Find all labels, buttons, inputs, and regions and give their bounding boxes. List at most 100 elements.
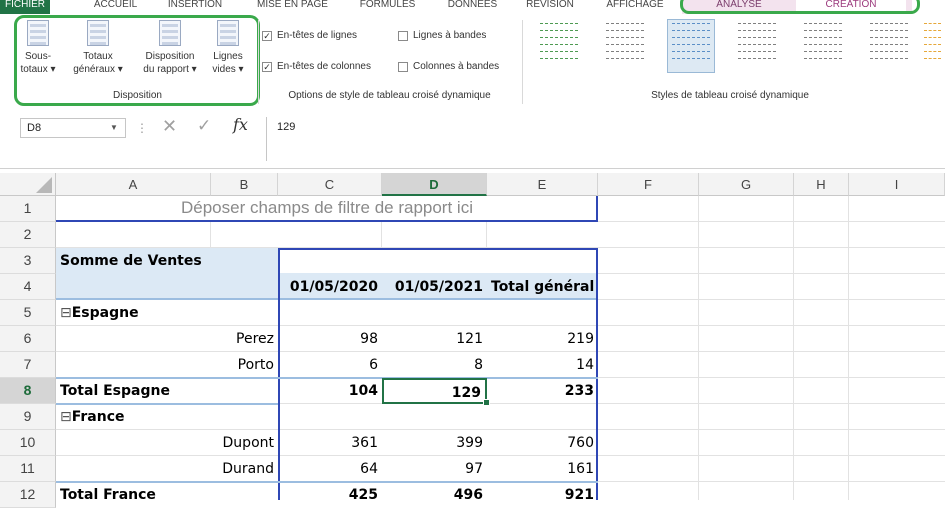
pivot-row-label[interactable]: Dupont	[211, 430, 278, 456]
banded-cols-box	[398, 61, 408, 72]
column-header-f[interactable]: F	[598, 173, 699, 196]
report-filter-placeholder: Déposer champs de filtre de rapport ici	[181, 198, 473, 217]
pivot-cell[interactable]: 97	[382, 456, 487, 482]
ribbon-separator	[258, 20, 259, 104]
col-headers-checkbox[interactable]: ✓ En-têtes de colonnes	[262, 61, 371, 72]
banded-rows-checkbox[interactable]: Lignes à bandes	[398, 30, 486, 41]
collapse-icon[interactable]: ⊟	[60, 409, 72, 425]
column-header-c[interactable]: C	[278, 173, 382, 196]
pivot-cell[interactable]: 64	[278, 456, 382, 482]
row-headers-checkmark: ✓	[262, 30, 272, 41]
column-header-a[interactable]: A	[56, 173, 211, 196]
name-box-dropdown-icon[interactable]: ▼	[110, 118, 124, 138]
column-header-b[interactable]: B	[211, 173, 278, 196]
row-headers-label: En-têtes de lignes	[277, 30, 358, 41]
insert-function-icon[interactable]: fx	[233, 115, 248, 134]
pivot-subtotal-label[interactable]: Total France	[56, 482, 278, 508]
pivot-cell[interactable]: 121	[382, 326, 487, 352]
pivot-cell[interactable]: 361	[278, 430, 382, 456]
pivot-cell[interactable]: 98	[278, 326, 382, 352]
pivot-subtotal-cell[interactable]: 921	[487, 482, 598, 508]
row-header-6[interactable]: 6	[0, 326, 56, 352]
pivot-row-label[interactable]: Porto	[211, 352, 278, 378]
tab-mise-en-page[interactable]: MISE EN PAGE	[250, 0, 335, 14]
pivot-subtotal-cell[interactable]: 104	[278, 378, 382, 404]
pivot-style-thumb-2[interactable]	[602, 20, 648, 72]
pivot-cell[interactable]: 161	[487, 456, 598, 482]
pivot-style-thumb-6[interactable]	[866, 20, 912, 72]
pivot-subtotal-cell[interactable]: 425	[278, 482, 382, 508]
row-header-7[interactable]: 7	[0, 352, 56, 378]
tab-donnees[interactable]: DONNÉES	[435, 0, 510, 14]
row-header-3[interactable]: 3	[0, 248, 56, 274]
tab-formules[interactable]: FORMULES	[350, 0, 425, 14]
collapse-icon[interactable]: ⊟	[60, 305, 72, 321]
pivot-row-label[interactable]: Durand	[211, 456, 278, 482]
cancel-icon[interactable]: ✕	[162, 116, 177, 137]
pivot-group-france[interactable]: ⊟France	[56, 404, 211, 430]
column-header-h[interactable]: H	[794, 173, 849, 196]
pivot-col-header-total[interactable]: Total général	[487, 274, 598, 300]
column-header-e[interactable]: E	[487, 173, 598, 196]
gridline	[210, 222, 211, 248]
pivot-styles-group-label: Styles de tableau croisé dynamique	[651, 90, 809, 101]
gridline	[848, 196, 849, 500]
banded-rows-box	[398, 30, 408, 41]
row-header-2[interactable]: 2	[0, 222, 56, 248]
col-headers-checkmark: ✓	[262, 61, 272, 72]
row-header-1[interactable]: 1	[0, 196, 56, 222]
row-header-5[interactable]: 5	[0, 300, 56, 326]
pivot-subtotal-cell[interactable]: 496	[382, 482, 487, 508]
row-header-8[interactable]: 8	[0, 378, 56, 404]
column-header-d[interactable]: D	[382, 173, 487, 196]
style-options-group-label: Options de style de tableau croisé dynam…	[288, 90, 491, 101]
enter-icon[interactable]: ✓	[197, 116, 211, 136]
row-headers-checkbox[interactable]: ✓ En-têtes de lignes	[262, 30, 357, 41]
pivot-row-label[interactable]: Perez	[211, 326, 278, 352]
row-header-9[interactable]: 9	[0, 404, 56, 430]
gridline	[698, 196, 699, 500]
pivot-cell[interactable]: 219	[487, 326, 598, 352]
pivot-subtotal-cell[interactable]: 233	[487, 378, 598, 404]
pivot-cell[interactable]: 6	[278, 352, 382, 378]
formula-bar-grip-icon[interactable]: ⋮	[136, 118, 148, 138]
banded-rows-label: Lignes à bandes	[413, 30, 487, 41]
pivot-style-thumb-4[interactable]	[734, 20, 780, 72]
col-headers-label: En-têtes de colonnes	[277, 61, 371, 72]
select-all-corner[interactable]	[0, 173, 56, 196]
ribbon-separator	[522, 20, 523, 104]
gridline	[793, 196, 794, 500]
pivot-cell[interactable]: 399	[382, 430, 487, 456]
pivot-style-thumb-1[interactable]	[536, 20, 582, 72]
row-header-10[interactable]: 10	[0, 430, 56, 456]
gridline	[381, 222, 382, 248]
row-header-11[interactable]: 11	[0, 456, 56, 482]
pivot-group-espagne[interactable]: ⊟Espagne	[56, 300, 211, 326]
column-header-i[interactable]: I	[849, 173, 945, 196]
tab-affichage[interactable]: AFFICHAGE	[595, 0, 675, 14]
tab-fichier[interactable]: FICHIER	[0, 0, 50, 14]
pivot-col-header-2021[interactable]: 01/05/2021	[382, 274, 487, 300]
pivot-value-header[interactable]: Somme de Ventes	[56, 248, 278, 274]
pivot-style-thumb-7[interactable]	[920, 20, 945, 72]
select-all-triangle-icon	[36, 177, 52, 193]
row-header-4[interactable]: 4	[0, 274, 56, 300]
active-cell-d8[interactable]: 129	[382, 378, 487, 404]
pivot-cell[interactable]: 760	[487, 430, 598, 456]
pivot-subtotal-label[interactable]: Total Espagne	[56, 378, 278, 404]
pivot-group-espagne-label: Espagne	[71, 305, 139, 321]
column-header-g[interactable]: G	[699, 173, 794, 196]
banded-cols-checkbox[interactable]: Colonnes à bandes	[398, 61, 499, 72]
pivot-style-thumb-5[interactable]	[800, 20, 846, 72]
tab-highlight-frame	[680, 0, 920, 14]
pivot-cell[interactable]: 8	[382, 352, 487, 378]
tab-insertion[interactable]: INSERTION	[160, 0, 230, 14]
pivot-style-thumb-selected[interactable]	[667, 19, 715, 73]
tab-revision[interactable]: RÉVISION	[515, 0, 585, 14]
disposition-highlight-frame	[14, 15, 260, 106]
row-header-12[interactable]: 12	[0, 482, 56, 508]
formula-input[interactable]: 129	[266, 117, 945, 161]
tab-accueil[interactable]: ACCUEIL	[88, 0, 143, 14]
pivot-col-header-2020[interactable]: 01/05/2020	[278, 274, 382, 300]
pivot-cell[interactable]: 14	[487, 352, 598, 378]
